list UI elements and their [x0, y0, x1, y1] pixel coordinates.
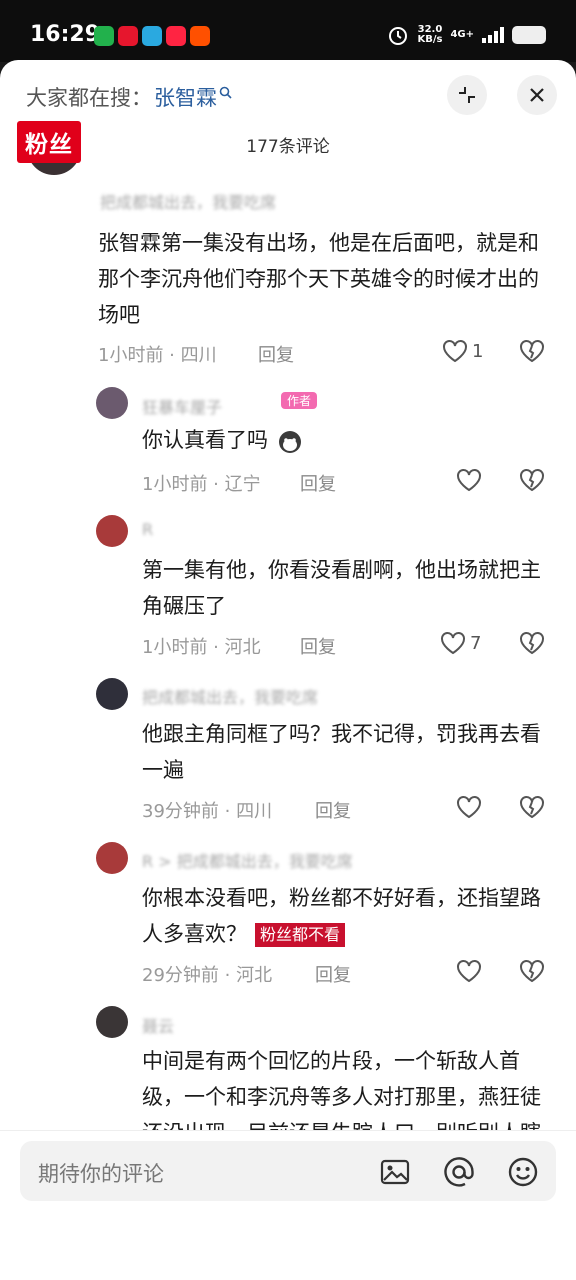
comment-meta: 39分钟前 · 四川: [142, 801, 273, 822]
wechat-icon: [94, 26, 114, 46]
notification-icons: [94, 26, 210, 46]
heart-icon: [457, 469, 481, 492]
heart-icon: [457, 796, 481, 819]
trending-search[interactable]: 大家都在搜： 张智霖: [26, 82, 232, 112]
comment-author[interactable]: R > 把成都城出去，我要吃席: [142, 848, 353, 872]
search-prefix: 大家都在搜：: [26, 86, 152, 110]
mention-button[interactable]: [442, 1155, 476, 1189]
avatar[interactable]: [96, 515, 128, 547]
battery-icon: [512, 26, 546, 44]
comment-input-bar: 期待你的评论: [0, 1130, 576, 1220]
status-time: 16:29: [30, 22, 101, 47]
like-button[interactable]: [456, 959, 482, 983]
emoji-button[interactable]: [506, 1155, 540, 1189]
comment-meta: 1小时前 · 四川: [98, 345, 217, 366]
close-icon: [530, 88, 544, 102]
status-right: 32.0 KB/s 4G+: [387, 24, 546, 46]
comment-input[interactable]: 期待你的评论: [20, 1141, 556, 1201]
comment-count: 177条评论: [246, 137, 330, 157]
broken-heart-icon[interactable]: [519, 339, 545, 363]
at-icon: [444, 1157, 474, 1187]
status-bar: 16:29 32.0 KB/s 4G+: [0, 0, 576, 62]
like-count: 7: [470, 632, 482, 654]
search-icon: [219, 86, 232, 99]
fans-annotation-note: 粉丝都不看: [255, 923, 346, 947]
like-button[interactable]: 7: [440, 631, 481, 655]
reply-button[interactable]: 回复: [300, 633, 336, 659]
comment-text: 你根本没看吧，粉丝都不好好看，还指望路人多喜欢？ 粉丝都不看: [142, 880, 552, 952]
net-speed-unit: KB/s: [417, 34, 443, 45]
alarm-icon: [389, 27, 408, 45]
like-button[interactable]: 1: [442, 339, 483, 363]
image-icon: [380, 1159, 410, 1185]
signal-icon: [482, 27, 504, 43]
collapse-button[interactable]: [447, 75, 487, 115]
avatar[interactable]: [96, 678, 128, 710]
image-button[interactable]: [378, 1155, 412, 1189]
husky-emoji-icon: [278, 431, 301, 453]
heart-icon: [457, 960, 481, 983]
reply-button[interactable]: 回复: [315, 961, 351, 987]
comment-text: 第一集有他，你看没看剧啊，他出场就把主角碾压了: [142, 558, 541, 618]
app-icon: [142, 26, 162, 46]
search-keyword[interactable]: 张智霖: [154, 82, 217, 112]
comment-text: 他跟主角同框了吗？我不记得，罚我再去看一遍: [142, 722, 541, 782]
comment-text: 张智霖第一集没有出场，他是在后面吧，就是和那个李沉舟他们夺那个天下英雄令的时候才…: [98, 231, 539, 327]
comment-author[interactable]: 把成都城出去，我要吃席: [100, 189, 276, 213]
comment-text-content: 你认真看了吗: [142, 428, 268, 452]
comment-meta: 1小时前 · 河北: [142, 637, 261, 658]
emoji-icon: [508, 1157, 538, 1187]
comment-meta: 1小时前 · 辽宁: [142, 474, 261, 495]
broken-heart-icon[interactable]: [519, 795, 545, 819]
avatar[interactable]: [96, 387, 128, 419]
comment-text: 你认真看了吗: [142, 422, 542, 458]
comment-text: 中间是有两个回忆的片段，一个斩敌人首级，一个和李沉舟等多人对打那里，燕狂徒还没出…: [142, 1049, 541, 1131]
taobao-icon: [190, 26, 210, 46]
comment-author[interactable]: R: [142, 520, 153, 539]
network-type: 4G+: [450, 29, 474, 40]
comment-author[interactable]: 狂暴车厘子: [142, 394, 222, 418]
comment-input-placeholder: 期待你的评论: [38, 1162, 164, 1186]
heart-icon: [441, 632, 465, 655]
xiaohongshu-icon: [166, 26, 186, 46]
comment-author[interactable]: 把成都城出去，我要吃席: [142, 684, 318, 708]
broken-heart-icon[interactable]: [519, 959, 545, 983]
close-button[interactable]: [517, 75, 557, 115]
weibo-icon: [118, 26, 138, 46]
heart-icon: [443, 340, 467, 363]
net-speed: 32.0 KB/s: [417, 25, 442, 45]
like-button[interactable]: [456, 468, 482, 492]
avatar[interactable]: [96, 1006, 128, 1038]
collapse-icon: [459, 87, 475, 103]
comment-meta: 29分钟前 · 河北: [142, 965, 273, 986]
home-indicator-area: [0, 1272, 576, 1280]
reply-button[interactable]: 回复: [300, 470, 336, 496]
like-button[interactable]: [456, 795, 482, 819]
reply-button[interactable]: 回复: [315, 797, 351, 823]
avatar[interactable]: [96, 842, 128, 874]
reply-button[interactable]: 回复: [258, 341, 294, 367]
like-count: 1: [472, 340, 484, 362]
broken-heart-icon[interactable]: [519, 631, 545, 655]
author-tag: 作者: [281, 392, 318, 409]
fans-annotation-badge: 粉丝: [17, 121, 81, 163]
broken-heart-icon[interactable]: [519, 468, 545, 492]
comment-author[interactable]: 聂云: [142, 1013, 174, 1037]
